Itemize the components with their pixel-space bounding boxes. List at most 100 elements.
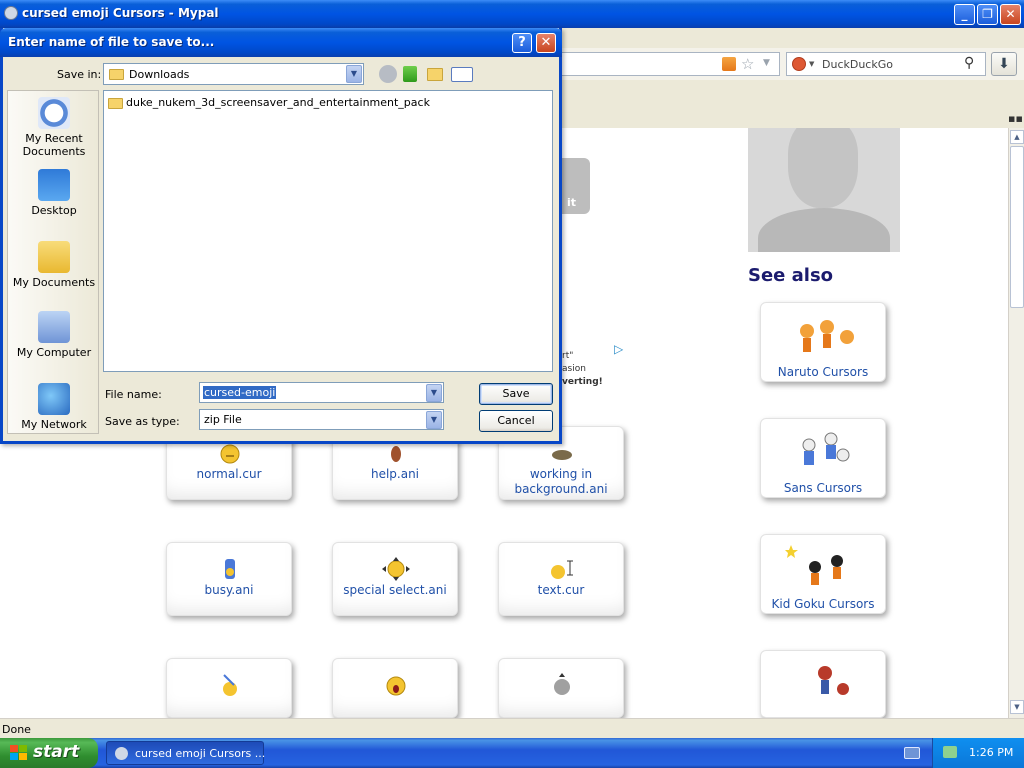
busy-cursor-icon [225, 559, 235, 579]
file-list[interactable]: duke_nukem_3d_screensaver_and_entertainm… [103, 90, 553, 372]
resize-emoji-icon [554, 673, 570, 695]
mypal-taskbar-icon [115, 747, 128, 760]
rss-feed-icon[interactable] [722, 57, 736, 71]
file-name-label: File name: [105, 388, 162, 401]
windows-logo-icon [10, 745, 27, 760]
cursor-label: busy.ani [204, 583, 254, 597]
cursor-card-text[interactable]: text.cur [498, 542, 624, 616]
desktop-icon [38, 169, 70, 201]
window-title: cursed emoji Cursors - Mypal [22, 6, 219, 20]
see-also-kid-goku[interactable]: Kid Goku Cursors [760, 534, 886, 614]
list-item[interactable]: duke_nukem_3d_screensaver_and_entertainm… [108, 96, 430, 109]
place-my-recent-documents[interactable]: My Recent Documents [8, 97, 100, 158]
bookmark-star-icon[interactable]: ☆ [741, 55, 754, 73]
save-in-value: Downloads [129, 68, 190, 81]
place-my-computer[interactable]: My Computer [8, 311, 100, 359]
clock[interactable]: 1:26 PM [969, 746, 1013, 759]
emoji-cursor-icon [220, 444, 240, 464]
cursor-label: working in background.ani [514, 467, 608, 496]
taskbar-item-browser[interactable]: cursed emoji Cursors ... [106, 741, 265, 765]
see-also-heading: See also [748, 265, 834, 286]
minimize-button[interactable]: _ [954, 4, 975, 25]
back-icon[interactable] [379, 65, 397, 83]
naruto-cursors-thumbnail [800, 320, 854, 352]
search-icon[interactable]: ⚲ [964, 55, 974, 71]
vertical-scrollbar[interactable]: ▲ ▼ [1008, 128, 1024, 718]
places-bar: My Recent Documents Desktop My Documents… [7, 90, 99, 434]
cursor-label: help.ani [370, 467, 420, 481]
cursor-label: special select.ani [343, 583, 447, 597]
see-also-label: Naruto Cursors [777, 365, 869, 379]
see-also-label: Sans Cursors [783, 481, 863, 495]
cursor-label: text.cur [537, 583, 585, 597]
my-network-icon [38, 383, 70, 415]
scroll-thumb[interactable] [1010, 146, 1024, 308]
see-also-partial[interactable] [760, 650, 886, 718]
address-dropdown-icon[interactable]: ▼ [763, 58, 770, 68]
cursor-card-special-select[interactable]: special select.ani [332, 542, 458, 616]
status-text: Done [2, 723, 31, 736]
cursor-card-partial-3[interactable] [498, 658, 624, 718]
status-bar: Done [0, 718, 1024, 738]
partial-download-button[interactable]: it [560, 158, 590, 214]
file-name-value[interactable]: cursed-emoji [201, 385, 278, 400]
see-also-label: Kid Goku Cursors [771, 597, 875, 611]
search-placeholder: DuckDuckGo [822, 58, 893, 71]
ad-snippet[interactable]: rt" asion verting! [562, 350, 603, 389]
see-also-sans[interactable]: Sans Cursors [760, 418, 886, 498]
anime-cursors-thumbnail [818, 666, 849, 695]
my-computer-icon [38, 311, 70, 343]
bug-cursor-icon [391, 446, 401, 462]
new-folder-icon[interactable] [427, 68, 443, 81]
taskbar: start cursed emoji Cursors ... 1:26 PM [0, 738, 1024, 768]
help-button[interactable]: ? [512, 33, 532, 53]
dialog-titlebar[interactable]: Enter name of file to save to... ? ✕ [0, 28, 562, 57]
cursor-card-partial-2[interactable] [332, 658, 458, 718]
scroll-down-icon[interactable]: ▼ [1010, 700, 1024, 714]
folder-icon [108, 97, 123, 109]
chevron-down-icon[interactable]: ▼ [426, 384, 442, 402]
file-name-field[interactable]: cursed-emoji ▼ [199, 382, 444, 403]
place-my-documents[interactable]: My Documents [8, 241, 100, 289]
cursor-card-busy[interactable]: busy.ani [166, 542, 292, 616]
views-menu-icon[interactable] [451, 67, 473, 82]
kid-goku-cursors-thumbnail [785, 545, 843, 585]
start-button[interactable]: start [0, 738, 98, 768]
overflow-grid-icon[interactable]: ▪▪ [1008, 112, 1023, 125]
see-also-naruto[interactable]: Naruto Cursors [760, 302, 886, 382]
chevron-down-icon[interactable]: ▼ [346, 65, 362, 83]
text-cursor-icon [551, 560, 573, 579]
save-in-label: Save in: [57, 68, 102, 81]
folder-icon [109, 69, 124, 80]
duckduckgo-icon[interactable] [792, 57, 806, 71]
chevron-down-icon[interactable]: ▼ [426, 411, 442, 429]
emoji-pen-cursor-icon [223, 674, 237, 696]
browser-titlebar[interactable]: cursed emoji Cursors - Mypal _ ❐ ✕ [0, 0, 1024, 28]
place-my-network[interactable]: My Network [8, 383, 100, 431]
up-folder-icon[interactable] [403, 66, 417, 82]
search-engine-dropdown-icon[interactable]: ▼ [809, 60, 814, 68]
save-as-type-dropdown[interactable]: zip File ▼ [199, 409, 444, 430]
dialog-title: Enter name of file to save to... [8, 35, 215, 49]
save-file-dialog: Enter name of file to save to... ? ✕ Sav… [0, 28, 562, 444]
ad-choices-icon[interactable]: ▷ [614, 342, 623, 356]
save-button[interactable]: Save [479, 383, 553, 405]
close-button[interactable]: ✕ [1000, 4, 1021, 25]
downloads-button[interactable]: ⬇ [991, 52, 1017, 76]
save-as-type-label: Save as type: [105, 415, 180, 428]
place-desktop[interactable]: Desktop [8, 169, 100, 217]
my-documents-icon [38, 241, 70, 273]
working-cursor-icon [552, 450, 572, 460]
system-tray: 1:26 PM [932, 738, 1024, 768]
scroll-up-icon[interactable]: ▲ [1010, 130, 1024, 144]
network-tray-icon[interactable] [943, 746, 957, 758]
cancel-button[interactable]: Cancel [479, 410, 553, 432]
dialog-close-button[interactable]: ✕ [536, 33, 556, 53]
recent-documents-icon [38, 97, 70, 129]
cursor-card-partial-1[interactable] [166, 658, 292, 718]
maximize-button[interactable]: ❐ [977, 4, 998, 25]
keyboard-icon[interactable] [904, 747, 920, 759]
save-in-dropdown[interactable]: Downloads ▼ [103, 63, 364, 85]
sans-cursors-thumbnail [802, 432, 850, 465]
screaming-emoji-icon [386, 676, 406, 696]
